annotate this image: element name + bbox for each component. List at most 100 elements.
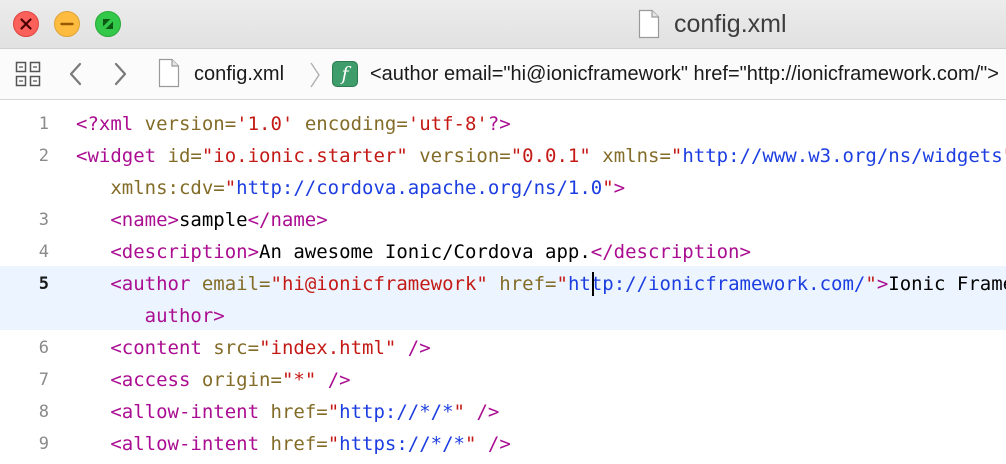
code-token: <access <box>110 369 191 391</box>
code-line[interactable]: 5 <author email="hi@ionicframework" href… <box>0 268 1006 300</box>
minimize-button[interactable] <box>54 11 80 37</box>
code-token: <?xml <box>76 113 134 135</box>
jump-bar: config.xml f <author email="hi@ionicfram… <box>0 48 1006 100</box>
code-token: <description> <box>110 241 260 263</box>
code-token: http://*/* <box>339 401 454 423</box>
code-line[interactable]: 7 <access origin="*" /> <box>0 364 1006 396</box>
code-token: " <box>224 177 237 199</box>
code-token: <widget <box>76 145 157 167</box>
code-token: '1.0' <box>236 113 294 135</box>
code-token: " <box>602 177 614 199</box>
jump-bar-file[interactable]: config.xml <box>194 63 284 86</box>
code-token: <name> <box>110 209 179 231</box>
code-token: " <box>1003 145 1006 167</box>
chevron-right-icon[interactable] <box>110 61 130 87</box>
code-token: /> <box>407 337 431 359</box>
code-token: "0.0.1" <box>510 145 591 167</box>
code-line[interactable]: 1 <?xml version='1.0' encoding='utf-8'?> <box>0 108 1006 140</box>
code-token: xmlns:cdv= <box>110 177 225 199</box>
code-token: ?> <box>487 113 511 135</box>
code-token: > <box>613 177 626 199</box>
line-number: 2 <box>38 146 49 166</box>
code-token: email= <box>201 273 271 295</box>
code-token: "*" <box>281 369 317 391</box>
code-token: " <box>670 145 683 167</box>
code-token: <author <box>110 273 191 295</box>
code-token: href= <box>270 433 328 455</box>
code-token: An awesome Ionic/Cordova app. <box>259 241 591 263</box>
code-token: " <box>327 433 340 455</box>
code-text: <?xml version='1.0' encoding='utf-8'?> <box>76 108 511 140</box>
code-text: <description>An awesome Ionic/Cordova ap… <box>76 236 751 268</box>
line-number: 8 <box>38 402 49 422</box>
close-button[interactable] <box>13 11 39 37</box>
code-text: <widget id="io.ionic.starter" version="0… <box>76 140 1006 172</box>
title-bar[interactable]: config.xml <box>0 0 1006 48</box>
code-line[interactable]: 4 <description>An awesome Ionic/Cordova … <box>0 236 1006 268</box>
code-token: "hi@ionicframework" <box>270 273 488 295</box>
code-token: " <box>556 273 568 295</box>
close-icon <box>20 18 32 30</box>
code-token: </name> <box>247 209 328 231</box>
code-line[interactable]: 2 <widget id="io.ionic.starter" version="… <box>0 140 1006 172</box>
code-token: /> <box>476 401 500 423</box>
line-number: 9 <box>38 434 49 454</box>
code-token: origin= <box>201 369 282 391</box>
code-token: "index.html" <box>259 337 397 359</box>
code-token: <allow-intent <box>110 401 260 423</box>
code-token: xmlns= <box>602 145 671 167</box>
symbol-type-badge: f <box>332 61 358 87</box>
code-token: href= <box>499 273 557 295</box>
related-items-grid-icon[interactable] <box>15 61 41 87</box>
line-number: 5 <box>38 274 49 294</box>
code-token: author> <box>144 305 225 327</box>
code-line[interactable]: 6 <content src="index.html" /> <box>0 332 1006 364</box>
code-token: http://ionicframework.com/ <box>567 273 866 295</box>
code-line[interactable]: 8 <allow-intent href="http://*/*" /> <box>0 396 1006 428</box>
code-line[interactable]: 3 <name>sample</name> <box>0 204 1006 236</box>
chevron-left-icon[interactable] <box>66 61 86 87</box>
code-token: encoding= <box>304 113 408 135</box>
text-cursor <box>592 272 594 296</box>
document-icon <box>638 9 660 39</box>
code-editor[interactable]: 1 <?xml version='1.0' encoding='utf-8'?> 2… <box>0 100 1006 464</box>
zoom-button[interactable] <box>95 11 121 37</box>
line-number: 1 <box>38 114 49 134</box>
code-token: " <box>465 433 477 455</box>
code-text: <content src="index.html" /> <box>76 332 431 364</box>
code-text: <access origin="*" /> <box>76 364 350 396</box>
code-token: </description> <box>590 241 751 263</box>
code-token: <content <box>110 337 202 359</box>
code-line[interactable]: 9 <allow-intent href="https://*/*" /> <box>0 428 1006 460</box>
code-token: Ionic Framework Team <box>888 273 1006 295</box>
code-line[interactable]: xmlns:cdv="http://cordova.apache.org/ns/… <box>0 172 1006 204</box>
code-token: http://cordova.apache.org/ns/1.0 <box>236 177 603 199</box>
code-token: <allow-intent <box>110 433 260 455</box>
code-token: version= <box>419 145 511 167</box>
window-title: config.xml <box>638 6 787 42</box>
code-token: src= <box>213 337 260 359</box>
zoom-icon <box>103 19 113 29</box>
code-token: http://www.w3.org/ns/widgets <box>682 145 1003 167</box>
line-number: 4 <box>38 242 49 262</box>
code-text: <author email="hi@ionicframework" href="… <box>76 268 1006 300</box>
code-token: > <box>876 273 889 295</box>
code-token: " <box>327 401 340 423</box>
code-line[interactable]: author> <box>0 300 1006 332</box>
xcode-window: config.xml config.xml f <author email="h… <box>0 0 1006 464</box>
jump-bar-symbol[interactable]: <author email="hi@ionicframework" href="… <box>370 63 999 86</box>
code-token: " <box>453 401 465 423</box>
